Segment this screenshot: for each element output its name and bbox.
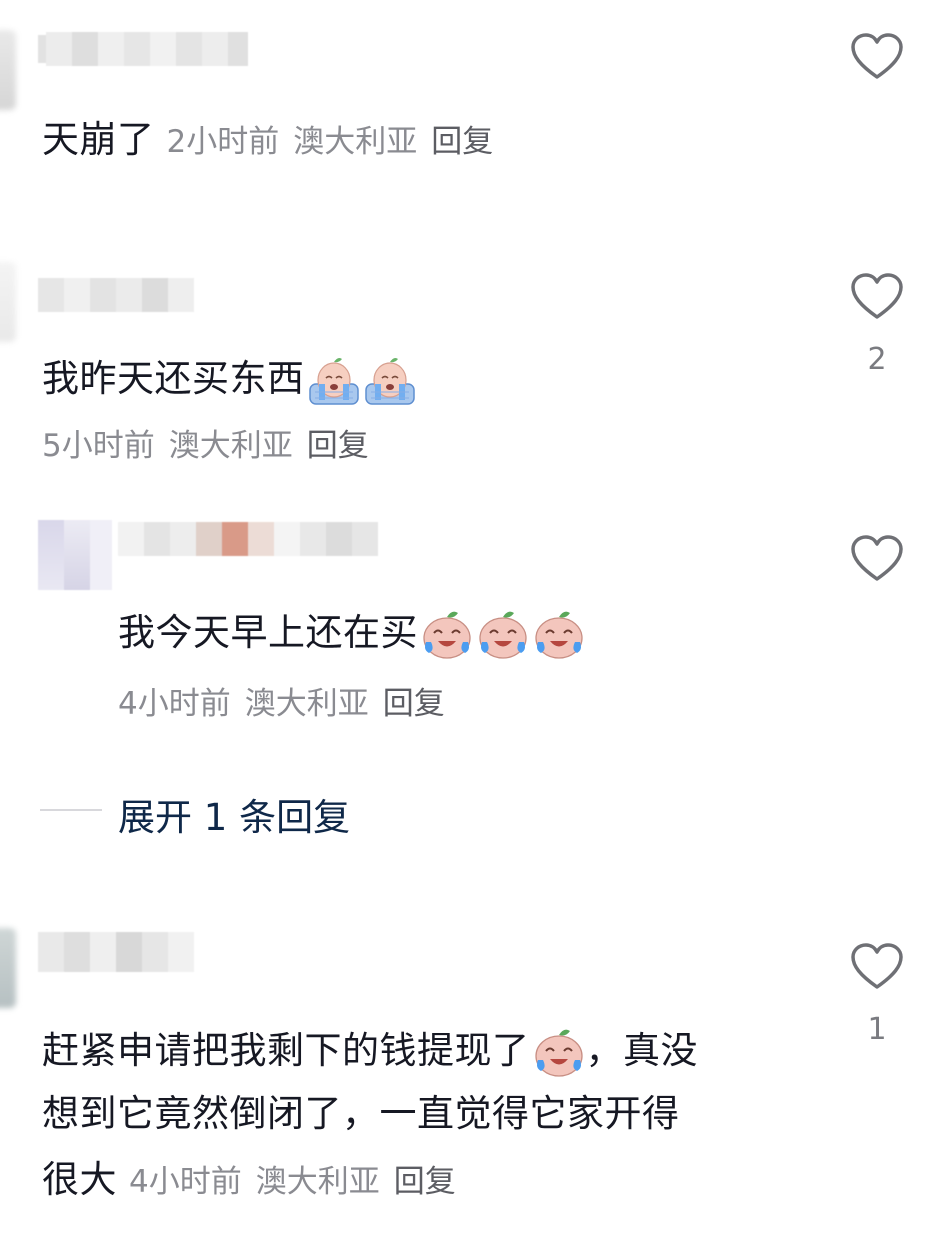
comment-location: 澳大利亚: [255, 1164, 380, 1200]
avatar[interactable]: [0, 30, 16, 110]
comment-time: 5小时前: [42, 428, 155, 464]
like-heart-icon[interactable]: [850, 272, 904, 322]
like-heart-icon[interactable]: [850, 534, 904, 584]
laugh-cry-sticker-icon: [479, 611, 527, 659]
like-count: 1: [867, 1012, 887, 1047]
expand-divider-line: [40, 809, 102, 811]
username-blurred[interactable]: [38, 932, 194, 972]
comment-location: 澳大利亚: [168, 428, 293, 464]
reply-button[interactable]: 回复: [307, 428, 369, 464]
laugh-cry-sticker-icon: [423, 611, 471, 659]
username-blurred[interactable]: [38, 520, 112, 590]
username-blurred[interactable]: [38, 278, 194, 312]
crying-sticker-icon: [308, 357, 359, 405]
comment-text-line3: 很大 4小时前 澳大利亚 回复: [42, 1158, 456, 1201]
comment-time: 2小时前: [166, 124, 280, 160]
reply-button[interactable]: 回复: [431, 124, 493, 160]
like-heart-icon[interactable]: [850, 942, 904, 992]
crying-sticker-icon: [364, 357, 415, 405]
comment-location: 澳大利亚: [293, 124, 418, 160]
reply-button[interactable]: 回复: [383, 686, 445, 722]
comment-text-line2: 想到它竟然倒闭了，一直觉得它家开得: [42, 1092, 680, 1135]
comment-text: 我今天早上还在买: [118, 606, 586, 662]
comment-meta: 4小时前 澳大利亚 回复: [118, 684, 445, 724]
reply-button[interactable]: 回复: [394, 1164, 456, 1200]
comment-text: 赶紧申请把我剩下的钱提现了 ，真没: [42, 1024, 698, 1080]
comment-time: 4小时前: [129, 1164, 242, 1200]
comment-location: 澳大利亚: [244, 686, 369, 722]
reply-username-blurred[interactable]: [118, 522, 378, 556]
comment-meta: 5小时前 澳大利亚 回复: [42, 426, 369, 466]
avatar[interactable]: [0, 928, 16, 1008]
like-count: 2: [867, 342, 887, 377]
laugh-cry-sticker-icon: [534, 1029, 583, 1077]
laugh-cry-sticker-icon: [535, 611, 583, 659]
like-heart-icon[interactable]: [850, 32, 904, 82]
comment-time: 4小时前: [118, 686, 231, 722]
comment-text: 我昨天还买东西: [42, 352, 417, 408]
expand-replies-button[interactable]: 展开 1 条回复: [118, 787, 350, 841]
username-blurred[interactable]: [38, 32, 248, 66]
avatar[interactable]: [0, 262, 16, 342]
comment-text: 天崩了 2小时前 澳大利亚 回复: [42, 118, 494, 161]
